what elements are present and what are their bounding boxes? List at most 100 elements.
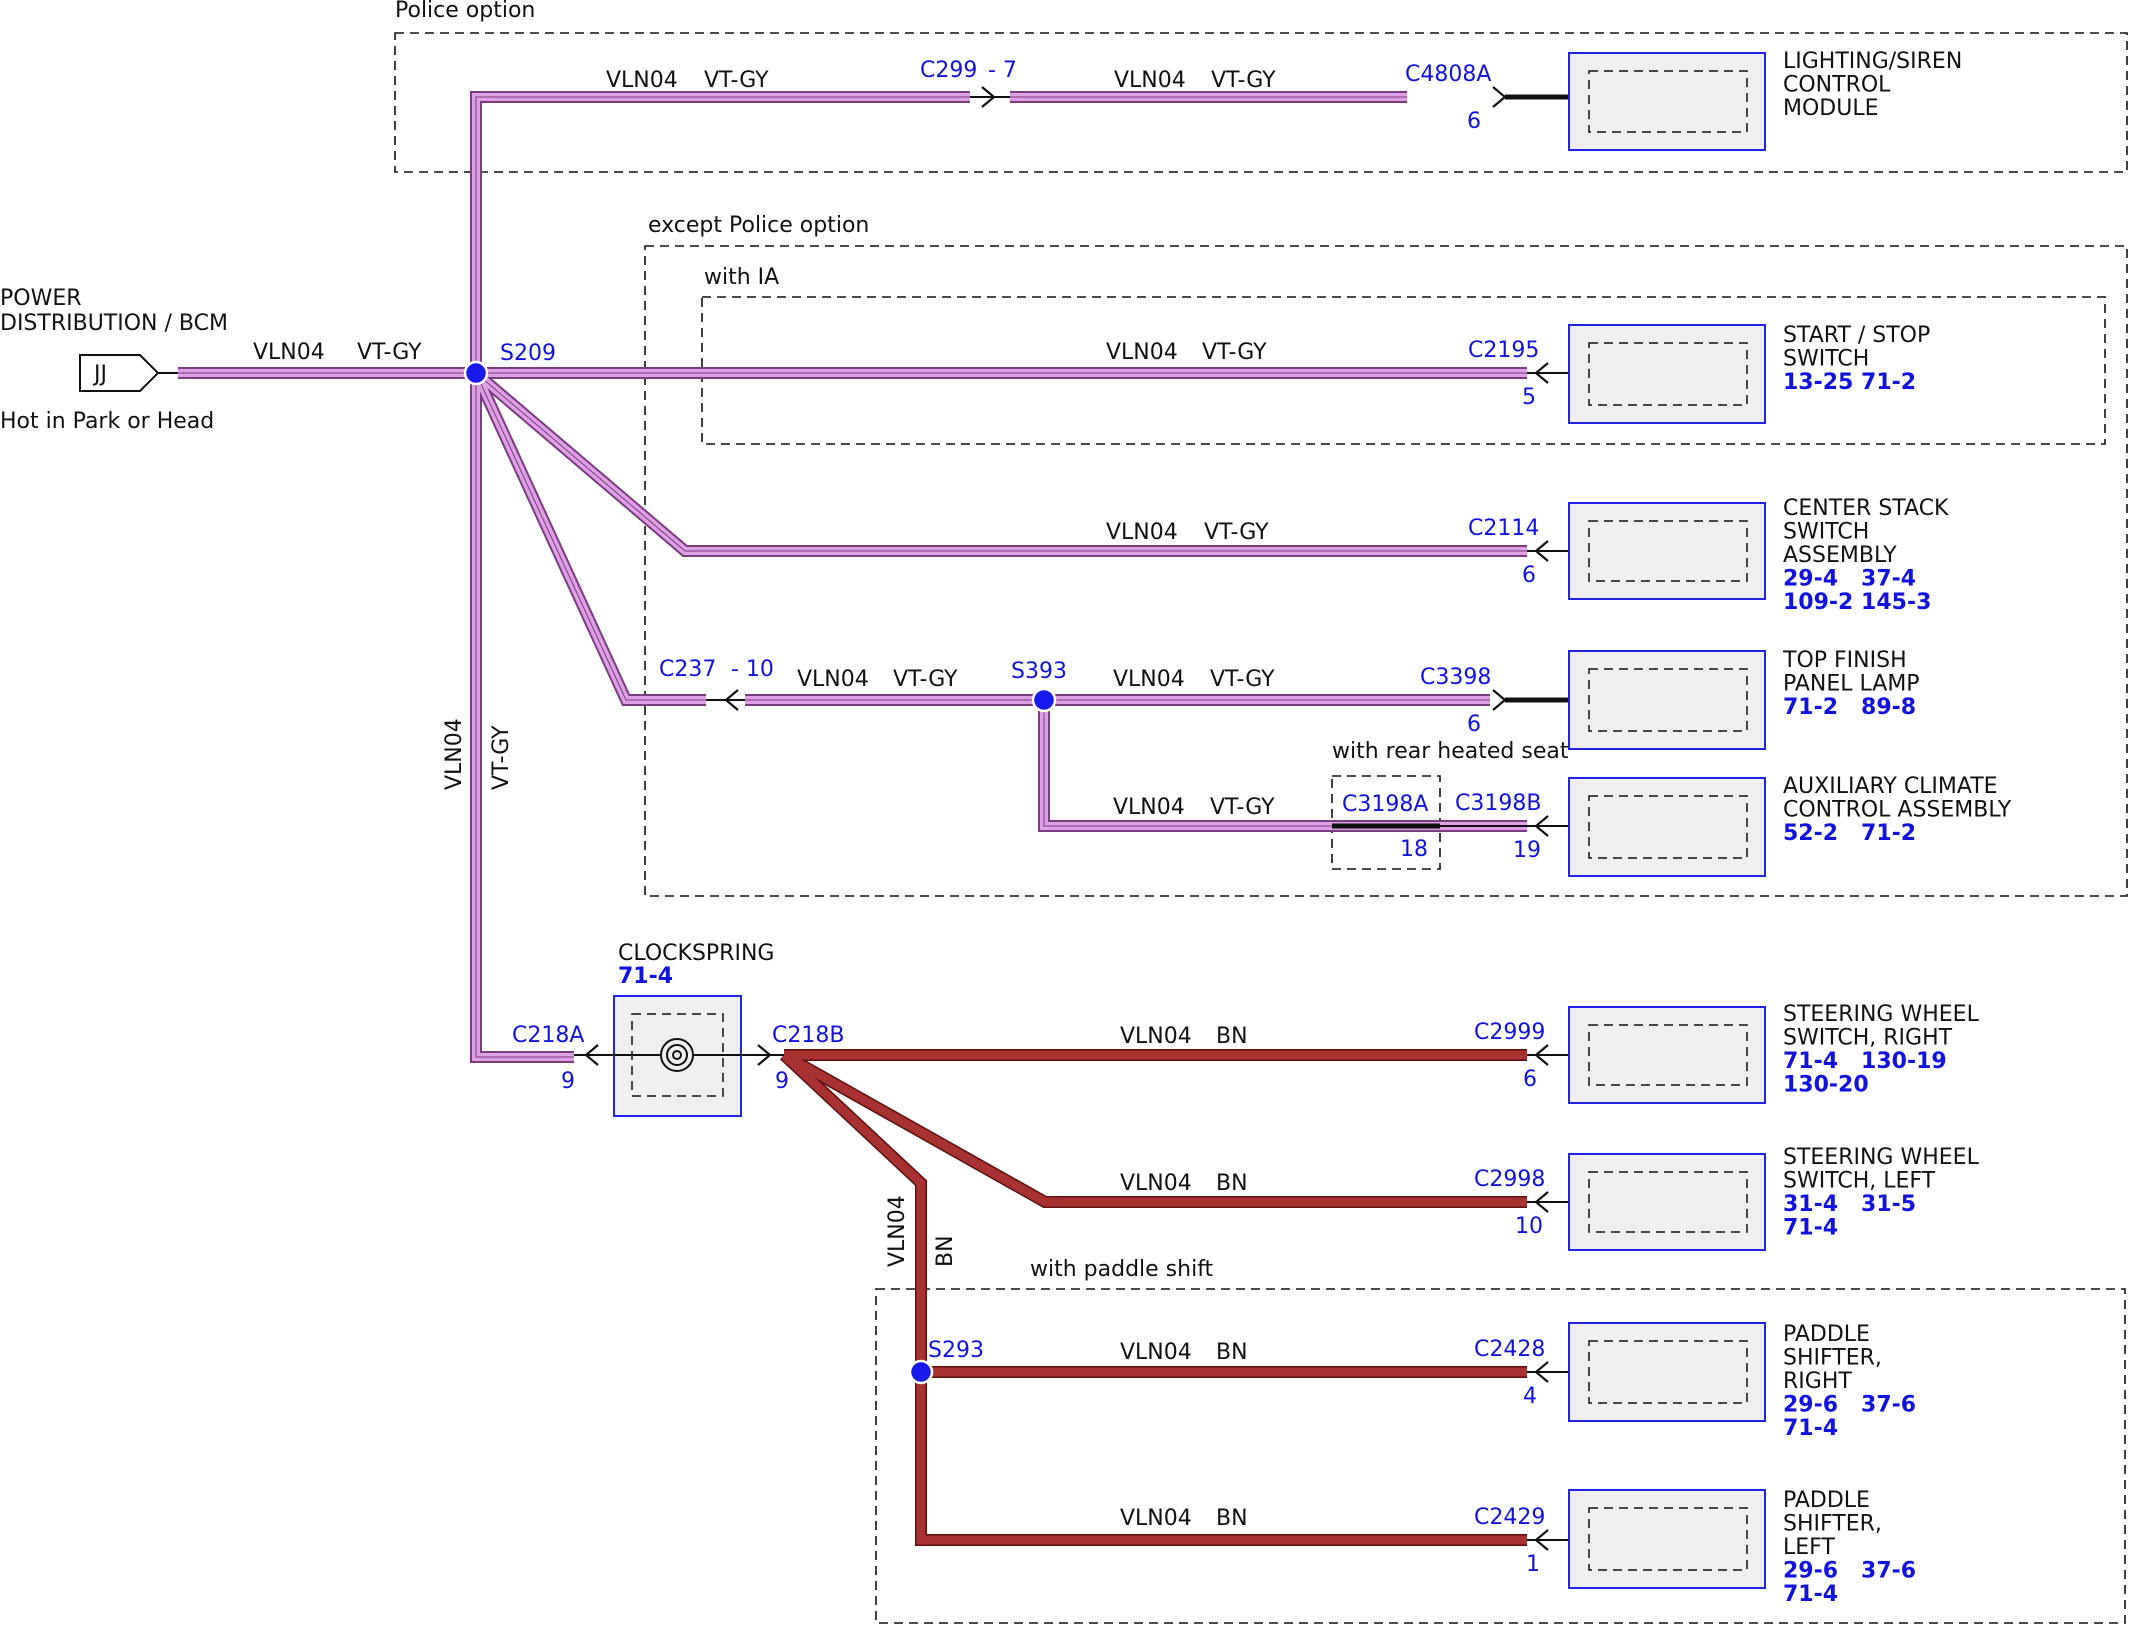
component-pin-label: 10 — [1515, 1214, 1543, 1239]
component-connector-label: C2114 — [1468, 516, 1539, 541]
vt-gy-wires-fill — [178, 93, 1527, 1061]
splice-s209-label: S209 — [500, 341, 556, 366]
component-box — [1568, 502, 1766, 600]
component-box — [1568, 650, 1766, 750]
color-label: BN — [1216, 1171, 1248, 1196]
component-name-line: LIGHTING/SIREN — [1783, 49, 1962, 74]
splice-s393 — [1031, 687, 1057, 713]
component-ref-line: 109-2 145-3 — [1783, 590, 1931, 615]
component-name-line: PADDLE — [1783, 1322, 1870, 1347]
component-c2114: C2114 6 CENTER STACKSWITCHASSEMBLY29-4 37-… — [1468, 496, 1949, 615]
circuit-label: VLN04 — [1120, 1171, 1192, 1196]
circuit-label: VLN04 — [1113, 795, 1185, 820]
component-box — [1568, 1153, 1766, 1251]
component-pin-label: 6 — [1467, 109, 1481, 134]
power-source-name-line1: POWER — [0, 286, 82, 311]
component-connector-label: C3198B — [1455, 791, 1541, 816]
component-ref-line: 71-4 — [1783, 1416, 1838, 1441]
component-c2429: C2429 1 PADDLESHIFTER,LEFT29-6 37-671-4 — [1474, 1488, 1916, 1607]
circuit-label: VLN04 — [1114, 68, 1186, 93]
component-c3398: C3398 6 TOP FINISHPANEL LAMP71-2 89-8 — [1420, 648, 1920, 750]
component-name-line: PADDLE — [1783, 1488, 1870, 1513]
component-ref-line: 29-4 37-4 — [1783, 567, 1916, 592]
component-ref-line: 29-6 37-6 — [1783, 1559, 1916, 1584]
region-police-option-label: Police option — [395, 0, 535, 23]
component-c3198b: C3198B 19 AUXILIARY CLIMATECONTROL ASSEMBL… — [1455, 774, 2012, 877]
component-c2999: C2999 6 STEERING WHEELSWITCH, RIGHT71-4 13… — [1474, 1002, 1980, 1104]
color-label: BN — [1216, 1024, 1248, 1049]
component-name-line: LEFT — [1783, 1535, 1835, 1560]
component-pin-label: 19 — [1513, 838, 1541, 863]
wiring-diagram: Police option except Police option with … — [0, 0, 2128, 1624]
component-connector-label: C2999 — [1474, 1020, 1545, 1045]
circuit-label-vertical: VLN04 — [442, 718, 467, 790]
component-name-line: PANEL LAMP — [1783, 672, 1920, 697]
inline-connector-c299: C299 — [920, 58, 977, 83]
power-source-pin-shape — [79, 354, 160, 392]
vt-gy-wires-center — [178, 96, 1527, 1058]
component-c4808a: C4808A 6 LIGHTING/SIRENCONTROLMODULE — [1405, 49, 1962, 151]
inline-connector-c218a-pin: 9 — [561, 1069, 575, 1094]
component-name-line: ASSEMBLY — [1783, 543, 1897, 568]
component-ref-line: 13-25 71-2 — [1783, 370, 1916, 395]
component-pin-label: 5 — [1522, 385, 1536, 410]
color-label: BN — [1216, 1506, 1248, 1531]
component-name-line: STEERING WHEEL — [1783, 1145, 1980, 1170]
component-ref-line: 71-4 130-19 — [1783, 1049, 1947, 1074]
splice-s393-label: S393 — [1011, 659, 1067, 684]
component-connector-label: C2998 — [1474, 1167, 1545, 1192]
component-box — [1568, 777, 1766, 877]
inline-connector-c3198a: C3198A — [1342, 792, 1428, 817]
circuit-label: VLN04 — [606, 68, 678, 93]
component-name-line: SHIFTER, — [1783, 1512, 1882, 1537]
component-name-line: RIGHT — [1783, 1369, 1852, 1394]
component-pin-label: 1 — [1526, 1552, 1540, 1577]
component-name-line: SWITCH — [1783, 520, 1869, 545]
color-label: VT-GY — [704, 68, 769, 93]
clockspring-ref: 71-4 — [618, 964, 673, 989]
component-box — [1568, 52, 1766, 151]
component-pin-label: 4 — [1523, 1384, 1537, 1409]
component-name-line: SWITCH, LEFT — [1783, 1169, 1936, 1194]
color-label-vertical: VT-GY — [489, 725, 514, 790]
splice-s209 — [463, 360, 489, 386]
component-connector-label: C3398 — [1420, 665, 1491, 690]
component-c2195: C2195 5 START / STOPSWITCH13-25 71-2 — [1468, 323, 1930, 424]
wire-s209-to-c2114 — [472, 368, 1527, 557]
power-source-name-line2: DISTRIBUTION / BCM — [0, 311, 228, 336]
inline-connector-c218b: C218B — [772, 1023, 844, 1048]
color-label: BN — [1216, 1340, 1248, 1365]
component-ref-line: 71-2 89-8 — [1783, 695, 1916, 720]
color-label: VT-GY — [1211, 68, 1276, 93]
component-connector-label: C2428 — [1474, 1337, 1545, 1362]
splice-s293 — [908, 1359, 934, 1385]
component-box — [1568, 324, 1766, 424]
bn-wires — [779, 1049, 1527, 1546]
wire-c218b-to-c2429 — [779, 1050, 1527, 1546]
component-pin-label: 6 — [1523, 1067, 1537, 1092]
clockspring-name: CLOCKSPRING — [618, 941, 774, 966]
circuit-label: VLN04 — [797, 667, 869, 692]
region-paddle-shift-label: with paddle shift — [1030, 1257, 1214, 1282]
component-box — [1568, 1006, 1766, 1104]
splice-s293-label: S293 — [928, 1338, 984, 1363]
component-ref-line: 71-4 — [1783, 1216, 1838, 1241]
component-ref-line: 31-4 31-5 — [1783, 1192, 1916, 1217]
power-source-note: Hot in Park or Head — [0, 409, 214, 434]
component-name-line: MODULE — [1783, 96, 1879, 121]
component-ref-line: 130-20 — [1783, 1073, 1869, 1098]
color-label-vertical: BN — [933, 1235, 958, 1267]
component-pin-label: 6 — [1467, 712, 1481, 737]
component-c2428: C2428 4 PADDLESHIFTER,RIGHT29-6 37-671-4 — [1474, 1322, 1916, 1441]
component-ref-line: 71-4 — [1783, 1582, 1838, 1607]
component-name-line: STEERING WHEEL — [1783, 1002, 1980, 1027]
inline-connector-c218a: C218A — [512, 1023, 584, 1048]
circuit-label: VLN04 — [1120, 1024, 1192, 1049]
color-label: VT-GY — [1202, 340, 1267, 365]
component-ref-line: 52-2 71-2 — [1783, 821, 1916, 846]
region-except-police-option-label: except Police option — [648, 213, 869, 238]
component-box — [1568, 1322, 1766, 1422]
component-name-line: CENTER STACK — [1783, 496, 1949, 521]
clockspring-coil-icon — [660, 1038, 694, 1072]
component-ref-line: 29-6 37-6 — [1783, 1393, 1916, 1418]
